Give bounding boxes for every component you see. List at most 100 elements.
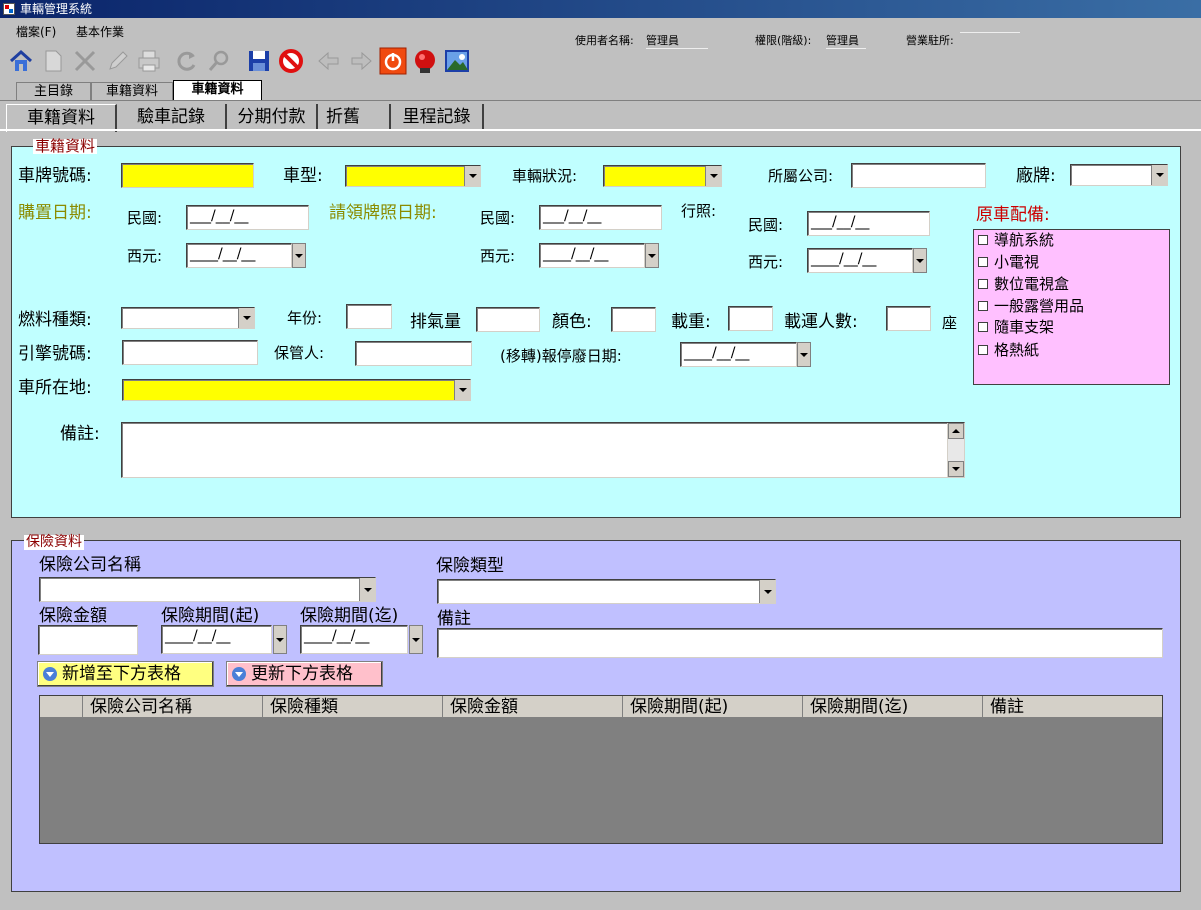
checkbox[interactable] <box>978 345 988 355</box>
delete-icon[interactable] <box>70 46 100 76</box>
note-scrollbar[interactable] <box>947 423 964 477</box>
save-icon[interactable] <box>244 46 274 76</box>
scroll-down-icon[interactable] <box>948 461 964 477</box>
grid-header: 保險公司名稱 保險種類 保險金額 保險期間(起) 保險期間(迄) 備註 <box>40 696 1162 718</box>
equip-item-tv-box[interactable]: 數位電視盒 <box>978 274 1069 294</box>
ins-end-input[interactable]: ____/__/__ <box>300 625 408 654</box>
passengers-input[interactable] <box>886 306 931 331</box>
grid-col-start[interactable]: 保險期間(起) <box>623 696 803 718</box>
new-icon[interactable] <box>38 46 68 76</box>
color-label: 顏色: <box>552 312 592 332</box>
equip-item-stand[interactable]: 隨車支架 <box>978 317 1054 337</box>
purchase-ad-input[interactable]: ____/__/__ <box>186 243 292 268</box>
picture-icon[interactable] <box>442 46 472 76</box>
equip-item-paper[interactable]: 格熱紙 <box>978 340 1039 360</box>
location-select[interactable] <box>122 379 471 401</box>
scrap-date-input[interactable]: ____/__/__ <box>680 342 797 367</box>
brand-select[interactable] <box>1070 164 1168 186</box>
add-to-table-button[interactable]: 新增至下方表格 <box>37 661 214 687</box>
branch-value <box>960 32 1020 33</box>
ins-end-label: 保險期間(迄) <box>300 606 399 626</box>
purchase-ad-dropdown[interactable] <box>292 243 306 268</box>
load-input[interactable] <box>728 306 773 331</box>
grid-col-end[interactable]: 保險期間(迄) <box>803 696 983 718</box>
subtab-vehicle-data[interactable]: 車籍資料 <box>6 104 117 132</box>
color-input[interactable] <box>611 307 656 332</box>
engine-label: 引擎號碼: <box>18 344 92 364</box>
grid-row-header[interactable] <box>40 696 83 718</box>
subtab-depreciation[interactable]: 折舊 <box>318 104 391 130</box>
purchase-roc-input[interactable]: ___/__/__ <box>186 205 309 230</box>
scroll-up-icon[interactable] <box>948 423 964 439</box>
keeper-label: 保管人: <box>274 344 325 362</box>
license-ad-input[interactable]: ____/__/__ <box>539 243 645 268</box>
model-select[interactable] <box>345 165 481 187</box>
engine-input[interactable] <box>122 340 258 365</box>
note-textarea[interactable] <box>121 422 965 478</box>
doc-tab-divider <box>0 100 1201 101</box>
purchase-ad-label: 西元: <box>127 247 163 265</box>
equip-item-tv[interactable]: 小電視 <box>978 252 1039 272</box>
menu-basic-ops[interactable]: 基本作業 <box>76 23 124 40</box>
grid-col-type[interactable]: 保險種類 <box>263 696 443 718</box>
displacement-input[interactable] <box>476 307 540 332</box>
reg-ad-input[interactable]: ____/__/__ <box>807 248 913 273</box>
company-input[interactable] <box>851 163 986 188</box>
next-icon[interactable] <box>346 46 376 76</box>
ins-start-dropdown[interactable] <box>273 625 287 654</box>
ins-amount-input[interactable] <box>38 625 138 655</box>
location-label: 車所在地: <box>18 378 92 398</box>
subtab-inspection[interactable]: 驗車記錄 <box>117 104 227 130</box>
subtab-mileage[interactable]: 里程記錄 <box>391 104 484 130</box>
search-icon[interactable] <box>204 46 234 76</box>
seats-unit: 座 <box>942 314 958 332</box>
reg-ad-dropdown[interactable] <box>913 248 927 273</box>
year-input[interactable] <box>346 304 392 329</box>
tab-main-menu[interactable]: 主目錄 <box>16 82 91 100</box>
load-label: 載重: <box>671 312 711 332</box>
download-icon <box>43 667 57 681</box>
equip-item-navigation[interactable]: 導航系統 <box>978 230 1054 250</box>
ins-end-dropdown[interactable] <box>409 625 423 654</box>
scrap-date-dropdown[interactable] <box>797 342 811 367</box>
grid-col-amount[interactable]: 保險金額 <box>443 696 623 718</box>
purchase-date-label: 購置日期: <box>18 203 92 223</box>
power-icon[interactable] <box>378 46 408 76</box>
ins-note-input[interactable] <box>437 628 1163 658</box>
alarm-icon[interactable] <box>410 46 440 76</box>
ins-type-select[interactable] <box>437 579 776 604</box>
brand-label: 廠牌: <box>1016 166 1056 186</box>
equip-item-camping[interactable]: 一般露營用品 <box>978 296 1084 316</box>
plate-input[interactable] <box>121 163 254 188</box>
edit-icon[interactable] <box>102 46 132 76</box>
insurance-grid[interactable]: 保險公司名稱 保險種類 保險金額 保險期間(起) 保險期間(迄) 備註 <box>39 695 1163 844</box>
grid-col-company[interactable]: 保險公司名稱 <box>83 696 263 718</box>
vehicle-legend: 車籍資料 <box>33 137 98 155</box>
cancel-icon[interactable] <box>276 46 306 76</box>
print-icon[interactable] <box>134 46 164 76</box>
window-title: 車輛管理系統 <box>20 2 93 16</box>
grid-col-note[interactable]: 備註 <box>983 696 1162 718</box>
checkbox[interactable] <box>978 301 988 311</box>
vehicle-status-select[interactable] <box>603 165 722 187</box>
update-table-button[interactable]: 更新下方表格 <box>226 661 383 687</box>
checkbox[interactable] <box>978 322 988 332</box>
license-roc-input[interactable]: ___/__/__ <box>539 205 662 230</box>
keeper-input[interactable] <box>355 341 472 366</box>
checkbox[interactable] <box>978 235 988 245</box>
reg-roc-input[interactable]: ___/__/__ <box>807 211 930 236</box>
checkbox[interactable] <box>978 279 988 289</box>
menu-file[interactable]: 檔案(F) <box>16 23 56 40</box>
subtab-installment[interactable]: 分期付款 <box>227 104 318 130</box>
license-label: 行照: <box>681 202 717 220</box>
tab-vehicle-records-2[interactable]: 車籍資料 <box>173 80 262 101</box>
refresh-icon[interactable] <box>172 46 202 76</box>
tab-vehicle-records-1[interactable]: 車籍資料 <box>91 82 173 100</box>
fuel-select[interactable] <box>121 307 255 329</box>
ins-start-input[interactable]: ____/__/__ <box>161 625 272 654</box>
home-icon[interactable] <box>6 46 36 76</box>
ins-company-select[interactable] <box>39 577 376 602</box>
prev-icon[interactable] <box>314 46 344 76</box>
checkbox[interactable] <box>978 257 988 267</box>
license-ad-dropdown[interactable] <box>645 243 659 268</box>
